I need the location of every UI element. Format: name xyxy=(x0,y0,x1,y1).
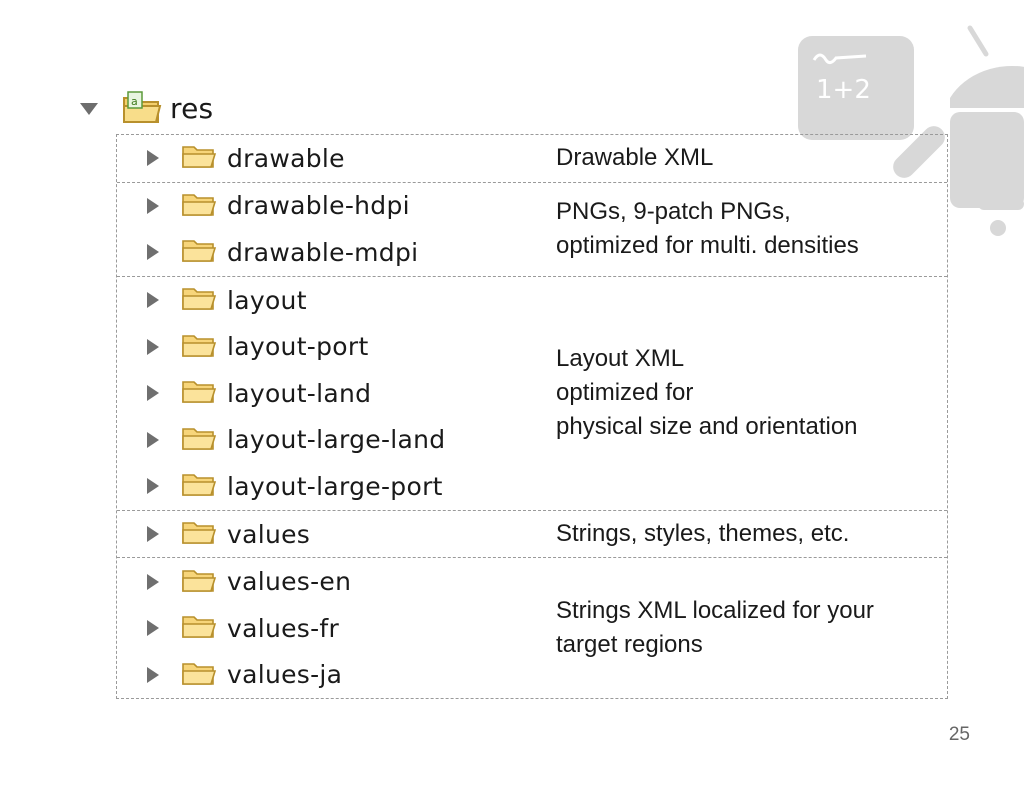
tree-item[interactable]: layout-large-land xyxy=(147,417,552,464)
svg-text:a: a xyxy=(131,95,138,108)
tree-item[interactable]: values-en xyxy=(147,558,552,605)
folder-list: drawable xyxy=(117,135,552,182)
slide: 1+2 a res drawable Drawable XML drawable-h… xyxy=(0,0,1024,791)
group-description: Strings XML localized for your target re… xyxy=(556,597,874,659)
triangle-right-icon[interactable] xyxy=(147,150,159,167)
group-description: PNGs, 9-patch PNGs, optimized for multi.… xyxy=(556,198,859,260)
folder-open-icon xyxy=(181,612,217,644)
folder-list: layout layout-port layout-land layout-large… xyxy=(117,277,552,510)
folder-group: drawable-hdpi drawable-mdpi PNGs, 9-patch … xyxy=(117,181,947,276)
page-number: 25 xyxy=(948,724,970,745)
folder-list: values xyxy=(117,511,552,558)
folder-group: layout layout-port layout-land layout-large… xyxy=(117,275,947,510)
tree-item[interactable]: values-fr xyxy=(147,605,552,652)
group-description: Strings, styles, themes, etc. xyxy=(556,520,850,548)
tree-item[interactable]: values-ja xyxy=(147,652,552,699)
folder-open-icon xyxy=(181,284,217,316)
triangle-right-icon[interactable] xyxy=(147,292,159,309)
folder-open-icon xyxy=(181,190,217,222)
tree-item-label: drawable-mdpi xyxy=(227,237,419,267)
tree-item[interactable]: drawable-hdpi xyxy=(147,183,552,230)
triangle-right-icon[interactable] xyxy=(147,431,159,448)
folder-open-icon xyxy=(181,377,217,409)
triangle-right-icon[interactable] xyxy=(147,666,159,683)
triangle-right-icon[interactable] xyxy=(147,478,159,495)
tree-item-label: layout-port xyxy=(227,332,369,362)
folder-list: drawable-hdpi drawable-mdpi xyxy=(117,183,552,276)
tree-item-label: layout-large-land xyxy=(227,425,446,455)
tree-item-label: drawable xyxy=(227,143,345,173)
folder-open-icon xyxy=(181,659,217,691)
folder-open-icon xyxy=(181,566,217,598)
folder-open-icon xyxy=(181,518,217,550)
tree-root-row[interactable]: a res xyxy=(80,88,213,128)
triangle-right-icon[interactable] xyxy=(147,573,159,590)
triangle-down-icon[interactable] xyxy=(80,103,98,115)
folder-open-icon xyxy=(181,331,217,363)
resource-folder-table: drawable Drawable XML drawable-hdpi drawabl… xyxy=(116,134,948,700)
tree-item-label: layout-land xyxy=(227,378,372,408)
tree-item[interactable]: layout-land xyxy=(147,370,552,417)
folder-open-icon xyxy=(181,470,217,502)
tree-item-label: values-en xyxy=(227,567,352,597)
tree-item[interactable]: values xyxy=(147,511,552,558)
tree-item-label: values-fr xyxy=(227,613,340,643)
group-description: Drawable XML xyxy=(556,144,714,172)
tree-item-label: layout xyxy=(227,285,307,315)
chalkboard-text: 1+2 xyxy=(816,75,871,105)
group-description: Layout XML optimized for physical size a… xyxy=(556,345,858,441)
tree-item-label: drawable-hdpi xyxy=(227,191,410,221)
folder-group: values Strings, styles, themes, etc. xyxy=(117,509,947,558)
folder-open-icon xyxy=(181,142,217,174)
triangle-right-icon[interactable] xyxy=(147,620,159,637)
tree-item-label: layout-large-port xyxy=(227,471,443,501)
tree-item[interactable]: layout-port xyxy=(147,323,552,370)
resource-folder-icon: a xyxy=(123,91,162,123)
tree-item-label: values-ja xyxy=(227,660,343,690)
triangle-right-icon[interactable] xyxy=(147,526,159,543)
folder-group: values-en values-fr values-ja Strings XML l… xyxy=(117,557,947,698)
tree-root-label: res xyxy=(170,91,214,125)
triangle-right-icon[interactable] xyxy=(147,197,159,214)
folder-list: values-en values-fr values-ja xyxy=(117,558,552,698)
triangle-right-icon[interactable] xyxy=(147,338,159,355)
tree-item[interactable]: drawable-mdpi xyxy=(147,229,552,276)
folder-group: drawable Drawable XML xyxy=(117,135,947,182)
tree-item-label: values xyxy=(227,519,311,549)
tree-item[interactable]: layout xyxy=(147,277,552,324)
triangle-right-icon[interactable] xyxy=(147,244,159,261)
folder-open-icon xyxy=(181,424,217,456)
triangle-right-icon[interactable] xyxy=(147,385,159,402)
tree-item[interactable]: drawable xyxy=(147,135,552,182)
folder-open-icon xyxy=(181,236,217,268)
tree-item[interactable]: layout-large-port xyxy=(147,463,552,510)
